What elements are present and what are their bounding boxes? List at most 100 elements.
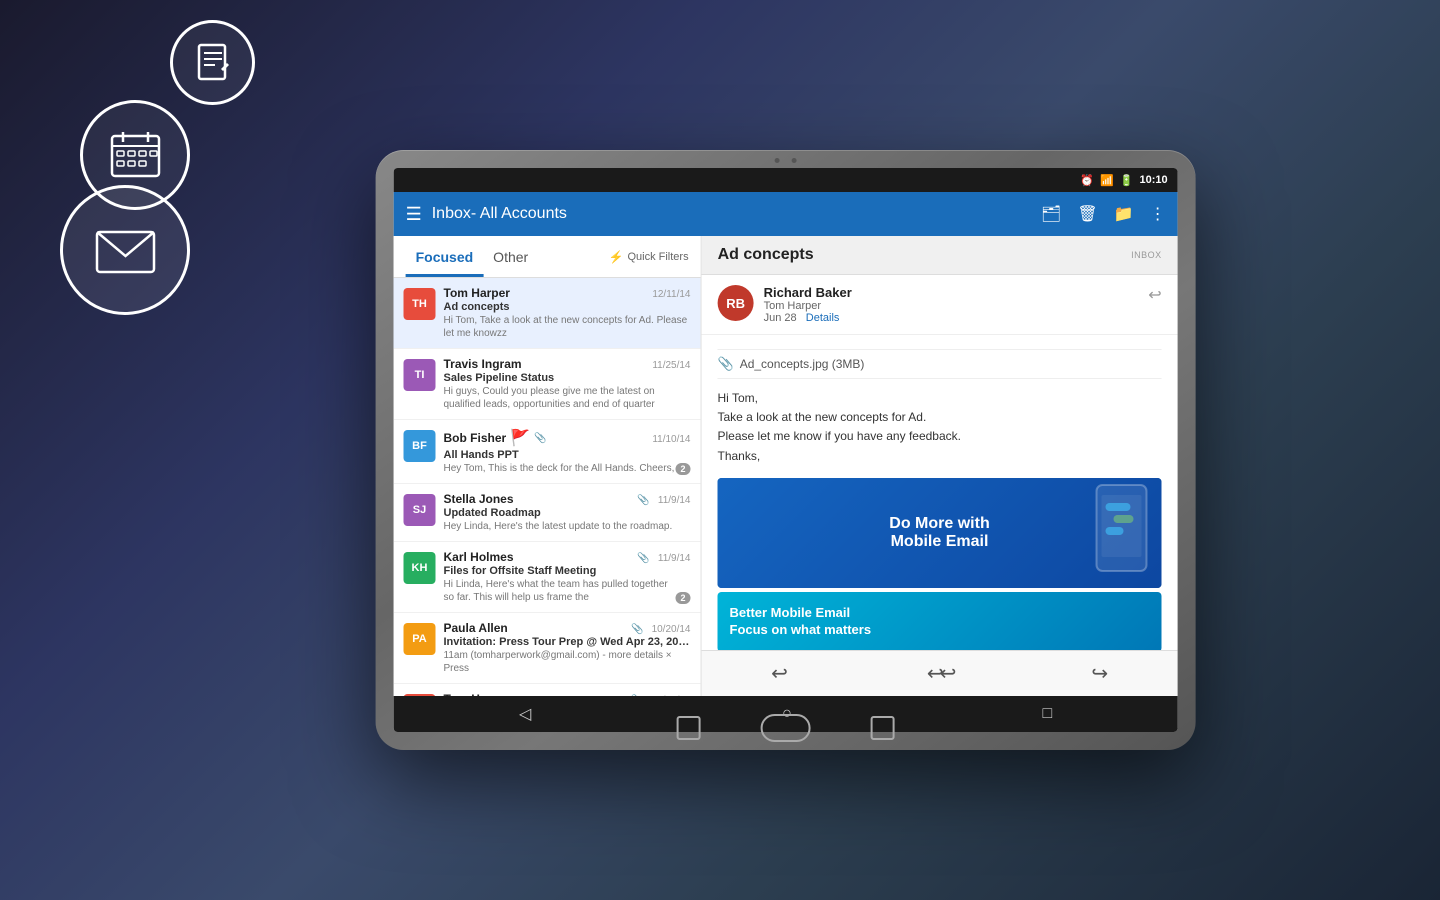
sender-to-name: Tom Harper — [764, 300, 821, 312]
sender-detail-avatar: RB — [718, 285, 754, 321]
reply-button[interactable]: ↩ — [747, 653, 812, 694]
forward-button[interactable]: ↪ — [1067, 653, 1132, 694]
sender-1: Tom Harper — [444, 286, 510, 300]
tab-other[interactable]: Other — [483, 236, 538, 277]
sender-5: Karl Holmes — [444, 550, 514, 564]
tablet-outer-frame: ⏰ 📶 🔋 10:10 ☰ Inbox- All Accounts 🗂 🗑 📁 … — [376, 150, 1196, 750]
email-item-3[interactable]: BF Bob Fisher 🚩 📎 11/10/14 — [394, 420, 701, 484]
tablet-hw-btn-right — [871, 716, 895, 740]
subject-2: Sales Pipeline Status — [444, 372, 691, 384]
detail-sender-row: RB Richard Baker Tom Harper Jun 28 Detai… — [702, 275, 1178, 335]
email-top-5: Karl Holmes 📎 11/9/14 — [444, 550, 691, 564]
date-2: 11/25/14 — [652, 360, 690, 371]
email-item-5[interactable]: KH Karl Holmes 📎 11/9/14 Files for Off — [394, 542, 701, 613]
sender-2: Travis Ingram — [444, 357, 522, 371]
email-content-4: Stella Jones 📎 11/9/14 Updated Roadmap H… — [444, 492, 691, 533]
inbox-badge: INBOX — [1131, 250, 1162, 260]
image1-line1: Do More with — [889, 515, 989, 533]
body-line1: Take a look at the new concepts for Ad. — [718, 408, 1162, 427]
quick-filters-button[interactable]: ⚡ Quick Filters — [609, 250, 689, 264]
body-greeting: Hi Tom, — [718, 389, 1162, 408]
sender-6: Paula Allen — [444, 621, 508, 635]
email-content-5: Karl Holmes 📎 11/9/14 Files for Offsite … — [444, 550, 691, 604]
status-battery-icon: 🔋 — [1120, 174, 1134, 187]
avatar-1: TH — [404, 288, 436, 320]
status-alarm-icon: ⏰ — [1080, 174, 1094, 187]
date-6: 10/20/14 — [652, 624, 691, 635]
tab-focused[interactable]: Focused — [406, 236, 484, 277]
email-top-3: Bob Fisher 🚩 📎 11/10/14 — [444, 428, 691, 448]
email-icon-circle — [60, 185, 190, 315]
tablet-hw-btn-left — [677, 716, 701, 740]
folder-icon[interactable]: 🗂 — [1041, 204, 1061, 224]
attach-icon-5: 📎 — [638, 553, 650, 564]
preview-1: Hi Tom, Take a look at the new concepts … — [444, 314, 691, 340]
avatar-3: BF — [404, 430, 436, 462]
tab-bar: Focused Other ⚡ Quick Filters — [394, 236, 701, 278]
camera-dot-2 — [792, 158, 797, 163]
nav-back-button[interactable]: ◁ — [519, 704, 531, 724]
image2-line2: Focus on what matters — [730, 622, 872, 639]
app-body: Focused Other ⚡ Quick Filters — [394, 236, 1178, 696]
camera-dot-1 — [775, 158, 780, 163]
sender-to-row: Tom Harper — [764, 300, 1139, 312]
avatar-5: KH — [404, 552, 436, 584]
body-line2: Please let me know if you have any feedb… — [718, 427, 1162, 446]
reply-all-button[interactable]: ↩↩ — [903, 653, 977, 694]
email-image-2: Better Mobile Email Focus on what matter… — [718, 592, 1162, 650]
subject-1: Ad concepts — [444, 301, 691, 313]
email-image-1: Do More with Mobile Email — [718, 478, 1162, 588]
status-time: 10:10 — [1139, 174, 1167, 186]
app-header: ☰ Inbox- All Accounts 🗂 🗑 📁 ⋮ — [394, 192, 1178, 236]
reply-quick-icon[interactable]: ↩ — [1148, 285, 1161, 305]
email-top-2: Travis Ingram 11/25/14 — [444, 357, 691, 371]
more-icon[interactable]: ⋮ — [1150, 204, 1166, 224]
flag-icon-3: 🚩 — [510, 428, 530, 448]
tablet-device: ⏰ 📶 🔋 10:10 ☰ Inbox- All Accounts 🗂 🗑 📁 … — [376, 150, 1196, 750]
email-content-6: Paula Allen 📎 10/20/14 Invitation: Press… — [444, 621, 691, 675]
sender-3: Bob Fisher — [444, 431, 507, 445]
attachment-name: Ad_concepts.jpg (3MB) — [740, 357, 865, 371]
date-1: 12/11/14 — [652, 289, 690, 300]
subject-3: All Hands PPT — [444, 449, 691, 461]
email-content-1: Tom Harper 12/11/14 Ad concepts Hi Tom, … — [444, 286, 691, 340]
preview-6: 11am (tomharperwork@gmail.com) - more de… — [444, 649, 691, 675]
email-item-2[interactable]: TI Travis Ingram 11/25/14 Sales Pipeline… — [394, 349, 701, 420]
email-body-text: Hi Tom, Take a look at the new concepts … — [718, 389, 1162, 466]
email-item-4[interactable]: SJ Stella Jones 📎 11/9/14 Updated Road — [394, 484, 701, 542]
attachment-icon: 📎 — [718, 356, 734, 372]
nav-recent-button[interactable]: □ — [1043, 705, 1053, 723]
email-list-panel: Focused Other ⚡ Quick Filters — [394, 236, 702, 696]
email-item-7[interactable]: TH Tom Harper 📎 12/10/14 Fwd: Key Cust — [394, 684, 701, 696]
avatar-4: SJ — [404, 494, 436, 526]
preview-2: Hi guys, Could you please give me the la… — [444, 385, 691, 411]
email-content-3: Bob Fisher 🚩 📎 11/10/14 All Hands PPT He… — [444, 428, 691, 475]
details-link[interactable]: Details — [806, 312, 840, 324]
tablet-bottom-buttons — [677, 714, 895, 742]
detail-date: Jun 28 — [764, 312, 797, 324]
sender-date-details: Jun 28 Details — [764, 312, 1139, 324]
tablet-camera — [775, 158, 797, 163]
email-top-1: Tom Harper 12/11/14 — [444, 286, 691, 300]
tablet-screen: ⏰ 📶 🔋 10:10 ☰ Inbox- All Accounts 🗂 🗑 📁 … — [394, 168, 1178, 732]
sender-detail-name: Richard Baker — [764, 285, 1139, 300]
email-item-6[interactable]: PA Paula Allen 📎 10/20/14 Invitation: — [394, 613, 701, 684]
avatar-2: TI — [404, 359, 436, 391]
attach-icon-6: 📎 — [631, 624, 643, 635]
menu-icon[interactable]: ☰ — [406, 204, 422, 225]
header-title: Inbox- All Accounts — [432, 205, 1041, 223]
archive-icon[interactable]: 📁 — [1114, 204, 1134, 224]
email-top-4: Stella Jones 📎 11/9/14 — [444, 492, 691, 506]
status-wifi-icon: 📶 — [1100, 174, 1114, 187]
phone-decoration — [1092, 483, 1152, 578]
date-4: 11/9/14 — [658, 495, 691, 506]
count-5: 2 — [676, 592, 691, 604]
preview-4: Hey Linda, Here's the latest update to t… — [444, 520, 691, 533]
header-actions: 🗂 🗑 📁 ⋮ — [1041, 204, 1166, 224]
email-item-1[interactable]: TH Tom Harper 12/11/14 Ad concepts Hi To… — [394, 278, 701, 349]
image2-line1: Better Mobile Email — [730, 605, 872, 622]
subject-6: Invitation: Press Tour Prep @ Wed Apr 23… — [444, 636, 691, 648]
delete-icon[interactable]: 🗑 — [1077, 204, 1097, 224]
notes-icon-circle — [170, 20, 255, 105]
image2-text: Better Mobile Email Focus on what matter… — [730, 605, 872, 639]
